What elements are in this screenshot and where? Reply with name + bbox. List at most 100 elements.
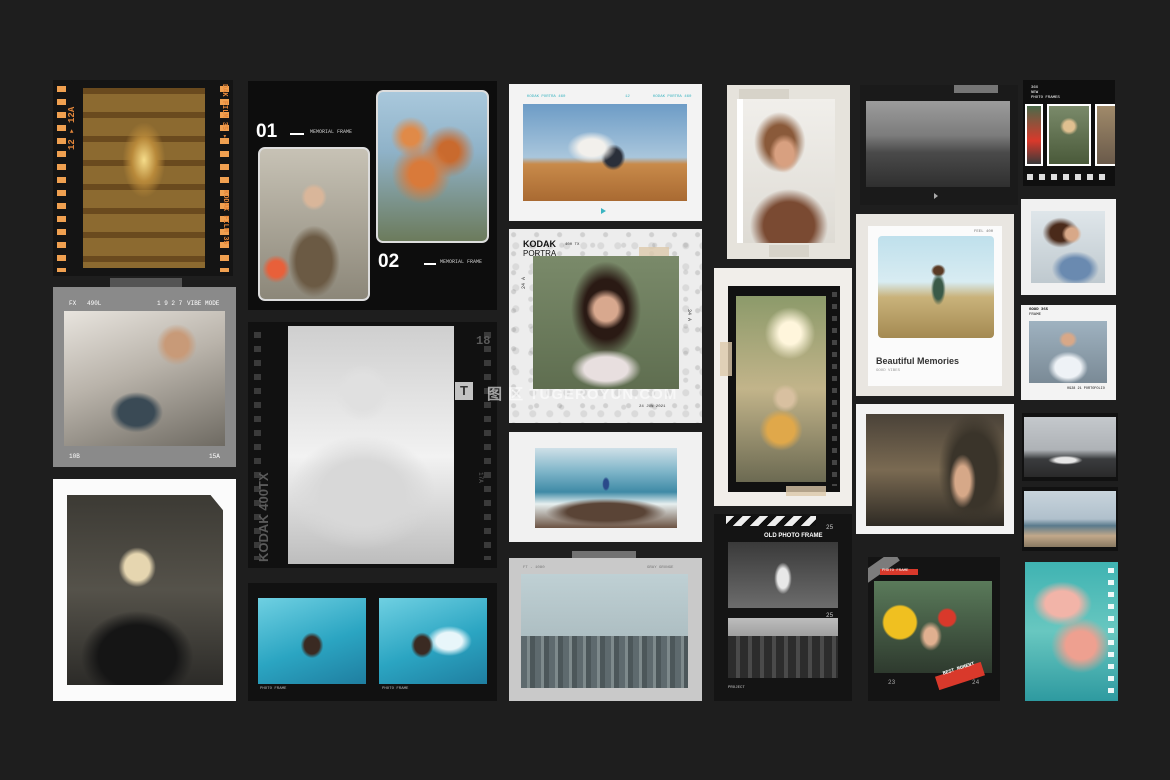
vibe-header-4: VIBE MODE [187,300,220,307]
photo-girl-portrait [533,256,679,389]
gallery-line3: PHOTO FRAMES [1031,96,1060,100]
photo-pool-right [379,598,487,684]
vibe-header-1: FX [69,300,77,307]
vibe-mode-frame[interactable]: FX 490L 1 9 2 7 VIBE MODE 10B 15A [53,287,236,467]
photo-gallery-2 [1047,104,1091,166]
film-number-top: 18 [476,334,491,348]
vibe-header-3: 1 9 2 7 [157,300,183,307]
clapper-stripe [726,516,816,526]
memorial-num-1: 01 [256,121,278,142]
photo-city-skyline [521,574,688,688]
photo-gallery-3 [1095,104,1115,166]
play-icon [934,193,938,199]
photo-girl-glasses [258,147,370,301]
usa-shirt-frame[interactable]: GOOD 365 FRAME 0928 21 PORTOFOLIO [1021,305,1116,400]
photo-bridge-bw [728,618,838,678]
plane-wreck-frame[interactable] [1022,413,1118,481]
memorial-label-1: MEMORIAL FRAME [310,129,353,135]
pool-right-label: PHOTO FRAME [382,687,409,691]
memorial-dash-2 [424,263,436,265]
memorial-frame[interactable]: 01 MEMORIAL FRAME 02 MEMORIAL FRAME [248,81,497,310]
road-landscape-frame[interactable] [860,85,1018,205]
tape-strip [954,85,998,93]
film-sprockets-right [484,332,491,560]
vibe-footer-2: 15A [209,453,220,460]
photo-stone-arches [83,88,205,268]
film-number-side: 17A [477,472,484,483]
portra-side-right: 34 A [686,309,692,322]
film-strip-black [728,286,840,492]
portra-header-1: KODAK PORTRA 460 [527,95,566,99]
kodak-portra-wide-frame[interactable]: KODAK PORTRA 460 12 KODAK PORTRA 460 [509,84,702,221]
old-photo-title: OLD PHOTO FRAME [764,533,823,539]
film-side-text-2: KODAK FILM 35 [221,190,229,245]
usa-footer: 0928 21 PORTOFOLIO [1067,387,1105,391]
vibe-footer-1: 10B [69,453,80,460]
usa-header: GOOD 365 [1029,308,1049,312]
film-strip-frame-arches[interactable]: 12 ▸ 12A DAK FILM 35 ▸ KODAK FILM 35 [53,80,233,276]
film-side-text: DAK FILM 35 ▸ [220,84,228,139]
frame-number: 23 [888,679,896,686]
pool-double-frame[interactable]: PHOTO FRAME PHOTO FRAME [248,583,497,701]
photo-pink-clouds [1025,562,1118,701]
polaroid-sub: GOOD VIBES [876,369,901,373]
memorial-label-2: MEMORIAL FRAME [440,259,483,265]
pink-clouds-film-frame[interactable] [1025,562,1118,701]
tape-strip [720,342,732,376]
beach-frame[interactable] [509,432,702,542]
film-sprockets-right [832,292,837,486]
kodak-400tx-frame[interactable]: KODAK 400TX 18 17A [248,322,497,568]
portra-header-3: KODAK PORTRA 460 [653,95,692,99]
city-left: FT - 1080 [523,566,545,570]
usa-sub: FRAME [1029,313,1042,317]
photo-hand-tree [866,414,1004,526]
photo-woman-windy [737,99,835,243]
gallery-line1: 36X [1031,86,1039,90]
photo-man-sea-rocks [535,448,677,528]
old-photo-frame[interactable]: 25 OLD PHOTO FRAME 25 PROJECT [714,514,852,701]
tape-strip [786,486,826,496]
memorial-dash-1 [290,133,304,135]
portra-title: KODAK [523,239,556,249]
tag-label: PHOTO FRAME [882,569,909,573]
portra-side-left: 24 A [521,276,527,289]
city-right: GRAY GRUNGE [647,566,674,570]
photo-gallery-1 [1025,104,1043,166]
film-sprockets-bottom [1027,174,1111,180]
polaroid-card: FEEL 400 Beautiful Memories GOOD VIBES [868,226,1002,386]
denim-woman-frame[interactable] [1021,199,1116,295]
play-icon [601,208,606,214]
photo-woman-windy-image [743,99,835,243]
watermark-logo: T [455,382,473,400]
tree-hand-frame[interactable] [856,404,1014,534]
photo-girl-sunlight [736,296,826,482]
triple-gallery-frame[interactable]: 36X NEW PHOTO FRAMES [1023,80,1115,186]
city-grunge-frame[interactable]: FT - 1080 GRAY GRUNGE [509,558,702,701]
old-photo-number: 25 [826,524,834,531]
polaroid-caption: Beautiful Memories [876,356,960,366]
photo-coastal-village [1024,491,1116,547]
photo-smiling-woman-bw [288,326,454,564]
film-sprockets-left [57,86,66,272]
vibe-header-2: 490L [87,300,102,307]
polaroid-memories-frame[interactable]: FEEL 400 Beautiful Memories GOOD VIBES [856,214,1014,396]
photo-boat-couple [64,311,225,446]
memorial-num-2: 02 [378,251,400,272]
windy-hair-frame[interactable] [727,85,850,259]
polaroid-header: FEEL 400 [974,230,994,234]
portra-header-2: 12 [625,95,630,99]
photo-girl-dust-field [523,104,687,201]
watermark-logo-letter: T [460,383,468,398]
tape-strip [769,245,809,257]
tall-film-frame[interactable] [714,268,852,506]
film-side-label: KODAK 400TX [256,472,271,562]
photo-frame-badge[interactable]: PHOTO FRAME 23 24 BEST MOMENT [868,557,1000,701]
white-frame-blonde[interactable] [53,479,236,701]
photo-orange-flowers [376,90,489,243]
film-edge-number: 12 ▸ 12A [67,106,77,150]
film-sprockets-right [1108,568,1114,695]
photo-pool-left [258,598,366,684]
coastal-village-frame[interactable] [1022,487,1118,551]
portra-footer: 24 JUN 2021 [639,405,666,409]
portra-code: 400 TX [565,243,580,247]
